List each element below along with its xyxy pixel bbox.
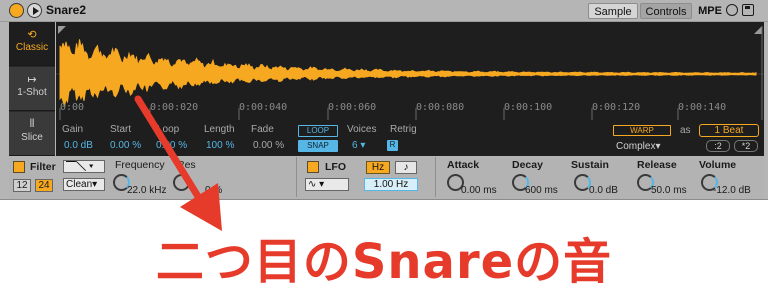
chevron-down-icon: ▾ — [655, 141, 661, 152]
classic-icon: ⟲ — [27, 29, 37, 41]
lfo-hz-button[interactable]: Hz — [366, 161, 390, 174]
filter-24-button[interactable]: 24 — [35, 179, 53, 192]
start-marker — [58, 26, 66, 34]
save-preset-icon[interactable] — [742, 4, 754, 16]
retrig-label: Retrig — [390, 124, 417, 135]
decay-label: Decay — [512, 159, 543, 171]
decay-value: 600 ms — [525, 185, 558, 196]
attack-value: 0.00 ms — [461, 185, 497, 196]
filter-label: Filter — [30, 161, 56, 173]
warp-mode-dropdown[interactable]: Complex▾ — [616, 141, 661, 152]
mode-classic-button[interactable]: ⟲ Classic — [9, 22, 55, 66]
mpe-toggle[interactable]: MPE — [698, 3, 722, 19]
sustain-value: 0.0 dB — [589, 185, 618, 196]
filter-type-dropdown[interactable]: ⎺╲ ▾ — [63, 160, 105, 173]
divider — [435, 157, 436, 197]
end-marker — [754, 26, 762, 34]
slice-icon: ⦀ — [29, 118, 35, 130]
timeline-label: 0:00:080 — [416, 102, 465, 113]
release-label: Release — [637, 159, 677, 171]
simpler-device: Snare2 Sample Controls MPE ⟲ Classic ↦ 1… — [0, 0, 768, 200]
mode-1shot-button[interactable]: ↦ 1-Shot — [9, 67, 55, 111]
chevron-down-icon: ▾ — [360, 140, 366, 151]
lfo-sync-button[interactable]: ♪ — [395, 161, 417, 174]
warp-length-field[interactable]: 1 Beat — [699, 124, 759, 137]
loop-button[interactable]: LOOP — [298, 125, 338, 137]
mode-label: Classic — [15, 42, 49, 53]
device-title-bar: Snare2 Sample Controls MPE — [0, 0, 768, 22]
timeline-label: 0:00:040 — [239, 102, 288, 113]
volume-label: Volume — [699, 159, 737, 171]
filter-shape-icon: ⎺╲ — [66, 161, 86, 172]
gain-value[interactable]: 0.0 dB — [64, 140, 93, 151]
filter-toggle[interactable] — [13, 161, 25, 173]
chevron-down-icon: ▾ — [92, 179, 98, 190]
timeline-label: 0:00:100 — [504, 102, 553, 113]
lfo-rate-field[interactable]: 1.00 Hz — [364, 178, 418, 191]
release-value: 50.0 ms — [651, 185, 687, 196]
double-length-button[interactable]: *2 — [734, 140, 758, 152]
preview-play-button[interactable] — [27, 3, 42, 18]
gain-label: Gain — [62, 124, 84, 135]
timeline-label: 0:00:060 — [328, 102, 377, 113]
mode-label: Slice — [21, 132, 43, 143]
lfo-label: LFO — [325, 161, 346, 173]
warp-mode-value: Complex — [616, 141, 656, 152]
chevron-down-icon: ▾ — [319, 179, 325, 190]
sustain-label: Sustain — [571, 159, 609, 171]
one-shot-icon: ↦ — [27, 74, 37, 86]
volume-value: -12.0 dB — [713, 185, 751, 196]
sine-wave-icon: ∿ — [308, 179, 317, 190]
voices-value: 6 — [352, 140, 358, 151]
lfo-toggle[interactable] — [307, 161, 319, 173]
tab-sample[interactable]: Sample — [588, 3, 638, 19]
device-power-button[interactable] — [9, 3, 24, 18]
playback-mode-selector: ⟲ Classic ↦ 1-Shot ⦀ Slice — [9, 22, 55, 156]
timeline-label: 0:00:120 — [592, 102, 641, 113]
mode-label: 1-Shot — [17, 87, 47, 98]
fade-value[interactable]: 0.00 % — [253, 140, 284, 151]
as-label: as — [680, 125, 691, 136]
voices-dropdown[interactable]: 6 ▾ — [352, 140, 365, 151]
annotation-arrow — [134, 95, 222, 231]
mode-slice-button[interactable]: ⦀ Slice — [9, 112, 55, 156]
voices-label: Voices — [347, 124, 377, 135]
retrig-button[interactable]: R — [387, 140, 398, 151]
timeline-label: 0:00:140 — [678, 102, 727, 113]
timeline-label: 0:00 — [60, 102, 85, 113]
divider — [296, 157, 297, 197]
attack-label: Attack — [447, 159, 480, 171]
caption-text: 二つ目のSnareの音 — [155, 234, 613, 290]
device-title: Snare2 — [46, 3, 87, 17]
chevron-down-icon: ▾ — [88, 161, 94, 172]
tab-controls[interactable]: Controls — [640, 3, 692, 19]
filter-circuit-value: Clean — [66, 179, 93, 190]
fade-label: Fade — [251, 124, 274, 135]
filter-12-button[interactable]: 12 — [13, 179, 31, 192]
lfo-waveform-dropdown[interactable]: ∿ ▾ — [305, 178, 349, 191]
snap-button[interactable]: SNAP — [298, 140, 338, 152]
warp-button[interactable]: WARP — [613, 125, 671, 136]
hot-swap-icon[interactable] — [726, 4, 738, 16]
halve-length-button[interactable]: :2 — [706, 140, 730, 152]
filter-circuit-dropdown[interactable]: Clean▾ — [63, 178, 105, 191]
